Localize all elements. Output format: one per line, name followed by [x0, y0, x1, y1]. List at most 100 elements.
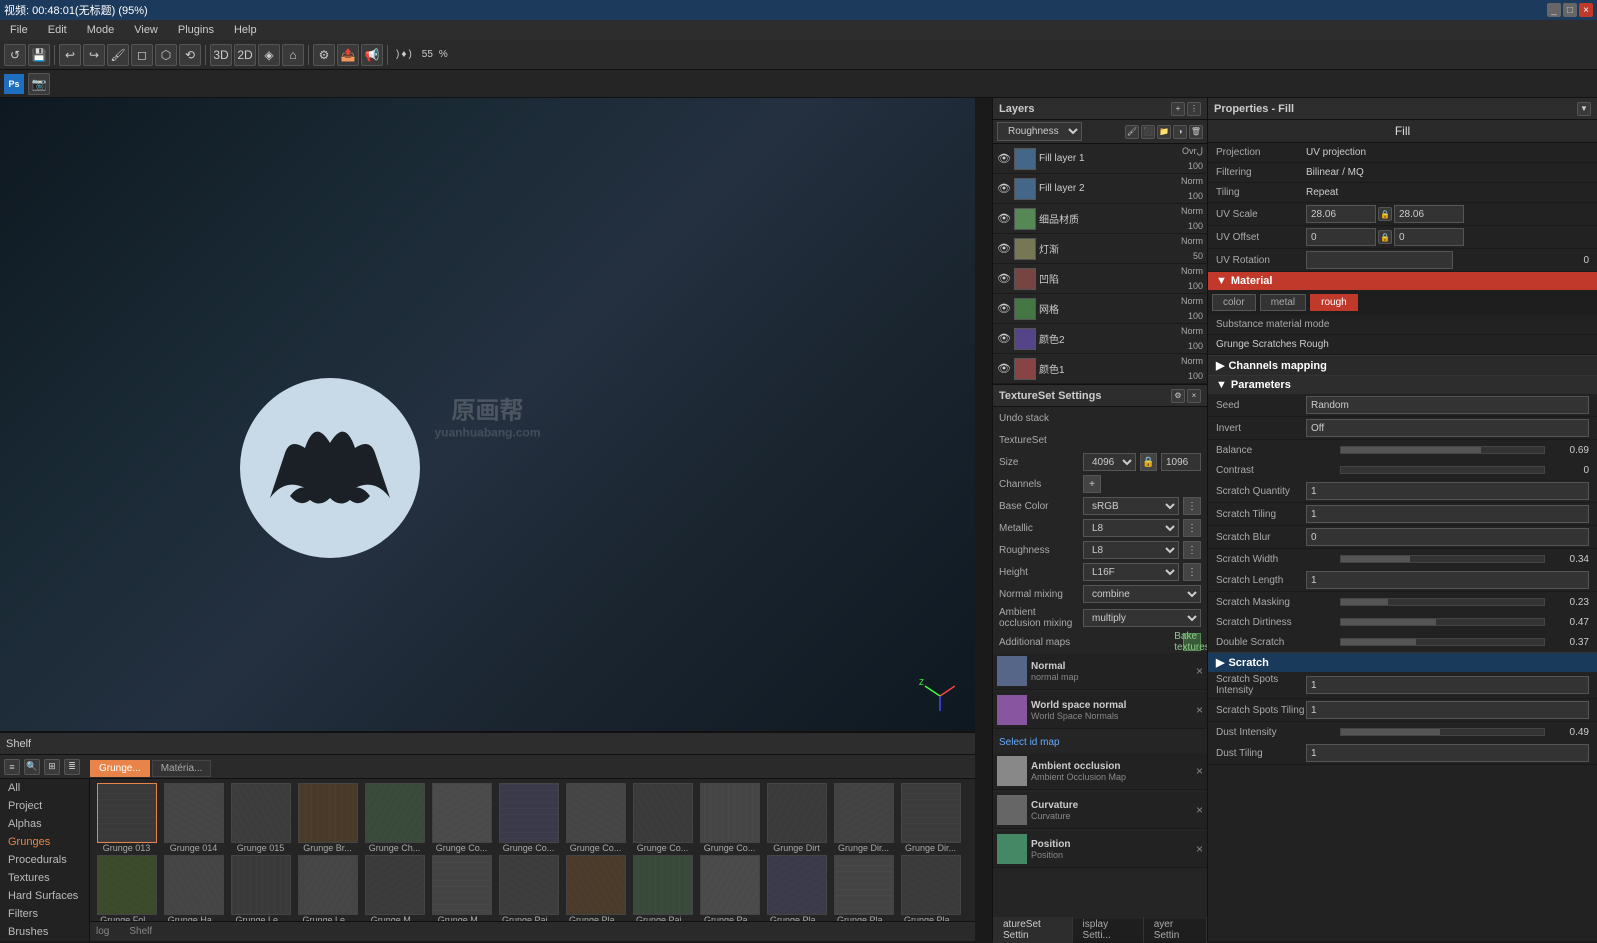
shelf-tab-1[interactable]: Matéria...	[152, 760, 212, 777]
menu-file[interactable]: File	[4, 22, 34, 38]
scratch-dirtiness-slider[interactable]	[1340, 618, 1545, 626]
menu-edit[interactable]: Edit	[42, 22, 73, 38]
bottom-tab-2[interactable]: ayer Settin	[1144, 917, 1207, 943]
dust-tiling-input[interactable]	[1306, 744, 1589, 762]
shelf-toolbar-btn[interactable]: ≡	[4, 759, 20, 775]
layers-tb-mask[interactable]: ◑	[1173, 125, 1187, 139]
channel-tab-color[interactable]: color	[1212, 294, 1256, 311]
balance-slider[interactable]	[1340, 446, 1545, 454]
layer-eye-7[interactable]: 👁	[997, 362, 1011, 376]
layer-eye-0[interactable]: 👁	[997, 152, 1011, 166]
shelf-nav-textures[interactable]: Textures	[0, 869, 89, 887]
shelf-item-5[interactable]: Grunge Co...	[429, 783, 494, 853]
shelf-nav-hardsurfaces[interactable]: Hard Surfaces	[0, 887, 89, 905]
toolbar-transform[interactable]: ⟲	[179, 44, 201, 66]
ts-close[interactable]: ×	[1187, 389, 1201, 403]
shelf-nav-alphas[interactable]: Alphas	[0, 815, 89, 833]
scratch-masking-slider[interactable]	[1340, 598, 1545, 606]
layer-eye-2[interactable]: 👁	[997, 212, 1011, 226]
scratch-blur-input[interactable]	[1306, 528, 1589, 546]
layer-eye-3[interactable]: 👁	[997, 242, 1011, 256]
shelf-item-25[interactable]: Grunge Pla...	[898, 855, 963, 921]
toolbar-2d[interactable]: 2D	[234, 44, 256, 66]
toolbar-erase[interactable]: ◻	[131, 44, 153, 66]
uvoffset-input-x[interactable]	[1306, 228, 1376, 246]
layer-eye-6[interactable]: 👁	[997, 332, 1011, 346]
channel-tab-rough[interactable]: rough	[1310, 294, 1358, 311]
shelf-nav-brushes[interactable]: Brushes	[0, 923, 89, 941]
layers-filter-select[interactable]: Roughness Metallic Base Color	[997, 122, 1082, 141]
uvrotation-input[interactable]	[1306, 251, 1453, 269]
material-section-header[interactable]: ▼ Material	[1208, 272, 1597, 290]
minimize-button[interactable]: _	[1547, 3, 1561, 17]
ts-roughness-select[interactable]: L8	[1083, 541, 1179, 559]
scratch-quantity-input[interactable]	[1306, 482, 1589, 500]
uvoffset-lock[interactable]: 🔒	[1378, 230, 1392, 244]
ts-size-select[interactable]: 4096 2048 1024	[1083, 453, 1136, 471]
ts-size-input[interactable]	[1161, 453, 1201, 471]
shelf-item-20[interactable]: Grunge Pla...	[563, 855, 628, 921]
toolbar-undo[interactable]: ↩	[59, 44, 81, 66]
bottom-tab-0[interactable]: atureSet Settin	[993, 917, 1073, 943]
bake-textures-btn[interactable]: Bake textures	[1183, 633, 1201, 651]
toolbar-paint[interactable]: 🖌	[107, 44, 129, 66]
dust-intensity-slider[interactable]	[1340, 728, 1545, 736]
layers-tb-fill[interactable]: ⬛	[1141, 125, 1155, 139]
maximize-button[interactable]: □	[1563, 3, 1577, 17]
toolbar-camera[interactable]: ⌂	[282, 44, 304, 66]
normal-map-close[interactable]: ×	[1196, 664, 1203, 678]
layers-tb-add[interactable]: 🖌	[1125, 125, 1139, 139]
shelf-nav-project[interactable]: Project	[0, 797, 89, 815]
uvoffset-input-y[interactable]	[1394, 228, 1464, 246]
layers-options[interactable]: ⋮	[1187, 102, 1201, 116]
menu-view[interactable]: View	[128, 22, 164, 38]
toolbar-select[interactable]: ⬡	[155, 44, 177, 66]
shelf-item-10[interactable]: Grunge Dirt	[764, 783, 829, 853]
shelf-item-18[interactable]: Grunge M...	[429, 855, 494, 921]
menu-mode[interactable]: Mode	[81, 22, 121, 38]
curvature-map-close[interactable]: ×	[1196, 803, 1203, 817]
double-scratch-slider[interactable]	[1340, 638, 1545, 646]
toolbar-rotate[interactable]: ↺	[4, 44, 26, 66]
shelf-item-13[interactable]: Grunge Fol...	[94, 855, 159, 921]
toolbar-redo[interactable]: ↪	[83, 44, 105, 66]
layers-tb-group[interactable]: 📁	[1157, 125, 1171, 139]
ts-aomixing-select[interactable]: multiply	[1083, 609, 1201, 627]
shelf-item-7[interactable]: Grunge Co...	[563, 783, 628, 853]
shelf-item-0[interactable]: Grunge 013	[94, 783, 159, 853]
shelf-item-4[interactable]: Grunge Ch...	[362, 783, 427, 853]
ts-height-menu[interactable]: ⋮	[1183, 563, 1201, 581]
layer-eye-1[interactable]: 👁	[997, 182, 1011, 196]
ts-height-select[interactable]: L16F	[1083, 563, 1179, 581]
menu-plugins[interactable]: Plugins	[172, 22, 220, 38]
layer-eye-4[interactable]: 👁	[997, 272, 1011, 286]
shelf-item-1[interactable]: Grunge 014	[161, 783, 226, 853]
shelf-nav-procedurals[interactable]: Procedurals	[0, 851, 89, 869]
worldnormal-map-close[interactable]: ×	[1196, 703, 1203, 717]
ts-options[interactable]: ⚙	[1171, 389, 1185, 403]
shelf-item-17[interactable]: Grunge M...	[362, 855, 427, 921]
ts-channels-add[interactable]: +	[1083, 475, 1101, 493]
shelf-item-21[interactable]: Grunge Pai...	[630, 855, 695, 921]
shelf-item-16[interactable]: Grunge Le...	[295, 855, 360, 921]
shelf-nav-all[interactable]: All	[0, 779, 89, 797]
toolbar-export[interactable]: 📤	[337, 44, 359, 66]
shelf-item-3[interactable]: Grunge Br...	[295, 783, 360, 853]
shelf-item-2[interactable]: Grunge 015	[228, 783, 293, 853]
toolbar-env[interactable]: ◈	[258, 44, 280, 66]
scratch-spots-tiling-input[interactable]	[1306, 701, 1589, 719]
scratch-width-slider[interactable]	[1340, 555, 1545, 563]
shelf-item-24[interactable]: Grunge Pla...	[831, 855, 896, 921]
close-button[interactable]: ×	[1579, 3, 1593, 17]
channels-mapping-header[interactable]: ▶ Channels mapping	[1208, 355, 1597, 375]
shelf-item-11[interactable]: Grunge Dir...	[831, 783, 896, 853]
shelf-tab-0[interactable]: Grunge...	[90, 760, 150, 777]
contrast-slider[interactable]	[1340, 466, 1545, 474]
shelf-list[interactable]: ≣	[64, 759, 80, 775]
toolbar-publish[interactable]: 📢	[361, 44, 383, 66]
ts-roughness-menu[interactable]: ⋮	[1183, 541, 1201, 559]
props-collapse[interactable]: ▼	[1577, 102, 1591, 116]
ts-metallic-menu[interactable]: ⋮	[1183, 519, 1201, 537]
shelf-item-19[interactable]: Grunge Pai...	[496, 855, 561, 921]
scratch-length-input[interactable]	[1306, 571, 1589, 589]
